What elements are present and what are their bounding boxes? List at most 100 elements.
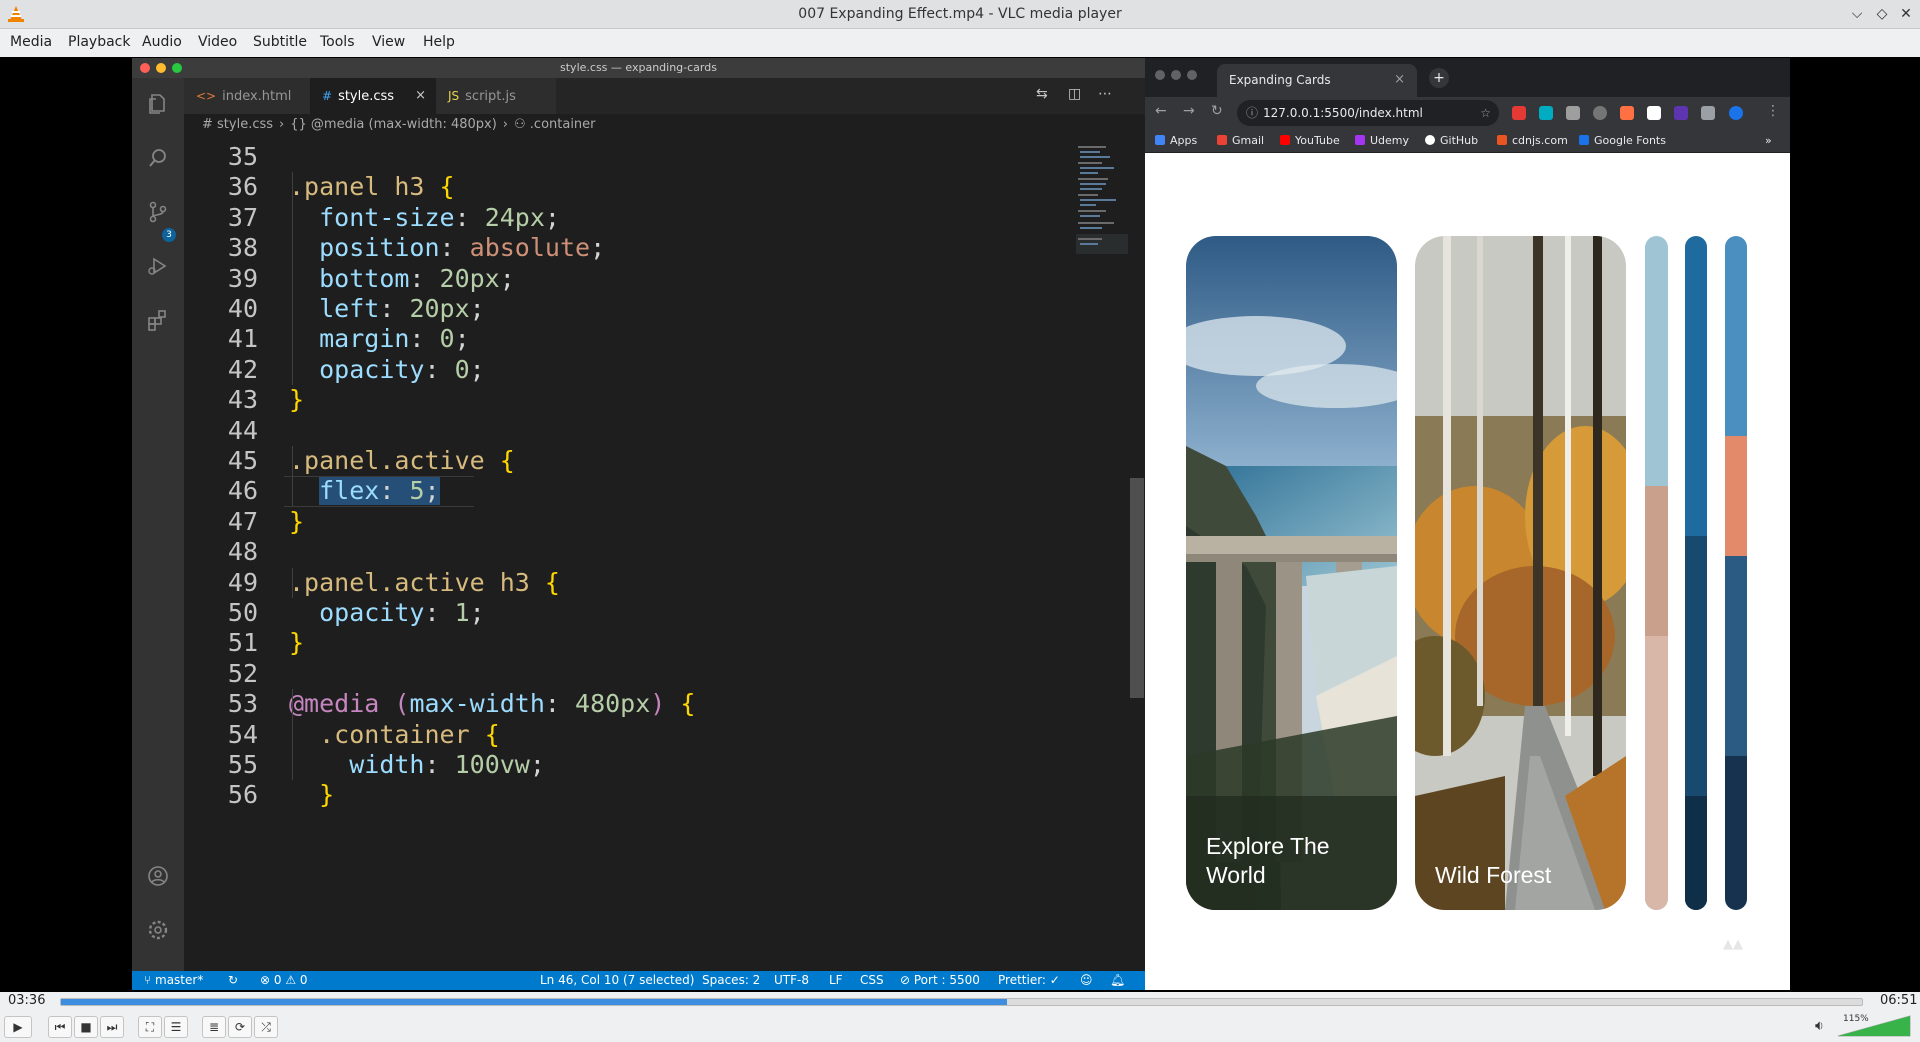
notifications-icon[interactable]: 🔔︎ — [1110, 973, 1125, 987]
playlist-button[interactable]: ≣ — [202, 1016, 226, 1038]
code-editor[interactable]: 35 36 .panel h3 {37 font-size: 24px; 38 pos… — [184, 142, 1084, 972]
menu-subtitle[interactable]: Subtitle — [253, 34, 307, 50]
panel-collapsed-3[interactable] — [1725, 236, 1747, 910]
indentation[interactable]: Spaces: 2 — [702, 973, 760, 987]
code-line[interactable]: 43} — [184, 385, 1084, 415]
speaker-icon[interactable]: 🔉︎ — [1815, 1018, 1824, 1034]
bookmark-google-fonts[interactable]: Google Fonts — [1579, 134, 1666, 147]
extension-red-icon[interactable] — [1512, 106, 1526, 120]
code-line[interactable]: 53 @media (max-width: 480px) { — [184, 689, 1084, 719]
split-editor-icon[interactable]: ◫ — [1068, 86, 1081, 102]
browser-menu-icon[interactable]: ⋮ — [1766, 103, 1780, 119]
bookmarks-overflow-icon[interactable]: » — [1765, 134, 1772, 147]
cursor-position[interactable]: Ln 46, Col 10 (7 selected) — [540, 973, 694, 987]
extension-gear-icon[interactable] — [1566, 106, 1580, 120]
panel-wild-forest[interactable]: Wild Forest — [1415, 236, 1626, 910]
previous-button[interactable]: ⏮ — [48, 1016, 72, 1038]
run-debug-icon[interactable] — [146, 254, 170, 278]
new-tab-icon[interactable]: + — [1429, 68, 1449, 88]
end-of-line[interactable]: LF — [829, 973, 843, 987]
code-line[interactable]: 51} — [184, 628, 1084, 658]
bookmark-github[interactable]: GitHub — [1425, 134, 1478, 147]
extension-white-icon[interactable] — [1647, 106, 1661, 120]
code-line[interactable]: 54 .container { — [184, 720, 1084, 750]
menu-help[interactable]: Help — [423, 34, 455, 50]
panel-collapsed-1[interactable] — [1645, 236, 1668, 910]
extensions-icon[interactable] — [146, 308, 170, 332]
extension-orange-icon[interactable] — [1620, 106, 1634, 120]
menu-video[interactable]: Video — [198, 34, 237, 50]
forward-icon[interactable]: → — [1183, 103, 1195, 119]
shuffle-button[interactable]: ⤮ — [254, 1016, 278, 1038]
extended-settings-button[interactable]: ☰ — [164, 1016, 188, 1038]
panel-collapsed-2[interactable] — [1685, 236, 1707, 910]
breadcrumb-media[interactable]: {} @media (max-width: 480px) — [290, 117, 497, 132]
menu-view[interactable]: View — [372, 34, 405, 50]
bookmark-star-icon[interactable]: ☆ — [1480, 100, 1491, 126]
menu-audio[interactable]: Audio — [142, 34, 182, 50]
stop-button[interactable]: ■ — [74, 1016, 98, 1038]
tab-style-css[interactable]: # style.css × — [310, 78, 436, 114]
prettier-status[interactable]: Prettier: ✓ — [998, 973, 1060, 987]
minimap[interactable] — [1076, 142, 1128, 262]
tab-close-icon[interactable]: × — [415, 78, 426, 114]
loop-button[interactable]: ⟳ — [228, 1016, 252, 1038]
back-icon[interactable]: ← — [1155, 103, 1167, 119]
profile-avatar-icon[interactable] — [1729, 106, 1743, 120]
explorer-icon[interactable] — [146, 92, 170, 116]
settings-gear-icon[interactable] — [146, 918, 170, 942]
code-line[interactable]: 44 — [184, 416, 1084, 446]
git-branch-status[interactable]: ⑂ master* — [144, 973, 203, 987]
video-area[interactable]: style.css — expanding-cards 3 <> index.ht… — [0, 57, 1920, 992]
bookmark-cdnjs[interactable]: cdnjs.com — [1497, 134, 1568, 147]
code-line[interactable]: 56 } — [184, 780, 1084, 810]
more-actions-icon[interactable]: ⋯ — [1098, 86, 1112, 102]
sync-icon[interactable]: ↻ — [228, 973, 238, 987]
extension-circle-icon[interactable] — [1593, 106, 1607, 120]
code-line[interactable]: 47} — [184, 507, 1084, 537]
code-line[interactable]: 36 .panel h3 { — [184, 172, 1084, 202]
live-server-port[interactable]: ⊘ Port : 5500 — [900, 973, 980, 987]
problems-status[interactable]: ⊗ 0 ⚠ 0 — [260, 973, 308, 987]
bookmark-udemy[interactable]: Udemy — [1355, 134, 1409, 147]
menu-tools[interactable]: Tools — [320, 34, 355, 50]
open-changes-icon[interactable]: ⇆ — [1036, 86, 1048, 102]
tab-index-html[interactable]: <> index.html — [184, 78, 310, 114]
search-icon[interactable] — [146, 146, 170, 170]
breadcrumb-container[interactable]: ⚇ .container — [514, 117, 596, 132]
code-line[interactable]: 55 width: 100vw; — [184, 750, 1084, 780]
code-line[interactable]: 39 bottom: 20px; — [184, 264, 1084, 294]
maximize-icon[interactable]: ◇ — [1872, 4, 1892, 24]
close-icon[interactable]: ✕ — [1896, 4, 1916, 24]
address-bar[interactable]: ⓘ 127.0.0.1:5500/index.html ☆ — [1237, 100, 1499, 126]
seek-slider[interactable] — [60, 998, 1863, 1006]
bookmark-gmail[interactable]: Gmail — [1217, 134, 1264, 147]
tab-script-js[interactable]: JS script.js — [436, 78, 556, 114]
source-control-icon[interactable] — [146, 200, 170, 224]
code-line[interactable]: 50 opacity: 1; — [184, 598, 1084, 628]
extension-purple-icon[interactable] — [1674, 106, 1688, 120]
reload-icon[interactable]: ↻ — [1211, 103, 1223, 119]
fullscreen-button[interactable]: ⛶ — [138, 1016, 162, 1038]
next-button[interactable]: ⏭ — [100, 1016, 124, 1038]
menu-media[interactable]: Media — [10, 34, 52, 50]
browser-tab-close-icon[interactable]: × — [1394, 72, 1405, 87]
code-line[interactable]: 35 — [184, 142, 1084, 172]
code-line[interactable]: 49 .panel.active h3 { — [184, 568, 1084, 598]
account-icon[interactable] — [146, 864, 170, 888]
extensions-puzzle-icon[interactable] — [1701, 106, 1715, 120]
minimize-icon[interactable]: ⌵ — [1847, 4, 1867, 24]
play-button[interactable]: ▶ — [4, 1016, 32, 1038]
code-line[interactable]: 48 — [184, 537, 1084, 567]
code-line[interactable]: 52 — [184, 659, 1084, 689]
site-info-icon[interactable]: ⓘ — [1246, 100, 1258, 126]
code-line[interactable]: 38 position: absolute; — [184, 233, 1084, 263]
code-line[interactable]: 42 opacity: 0; — [184, 355, 1084, 385]
feedback-icon[interactable]: ☺ — [1080, 973, 1093, 987]
code-line[interactable]: 46 flex: 5; — [184, 476, 1084, 506]
breadcrumb-file[interactable]: # style.css — [202, 117, 273, 132]
menu-playback[interactable]: Playback — [68, 34, 130, 50]
code-line[interactable]: 45 .panel.active { — [184, 446, 1084, 476]
bookmark-youtube[interactable]: YouTube — [1280, 134, 1340, 147]
code-line[interactable]: 37 font-size: 24px; — [184, 203, 1084, 233]
